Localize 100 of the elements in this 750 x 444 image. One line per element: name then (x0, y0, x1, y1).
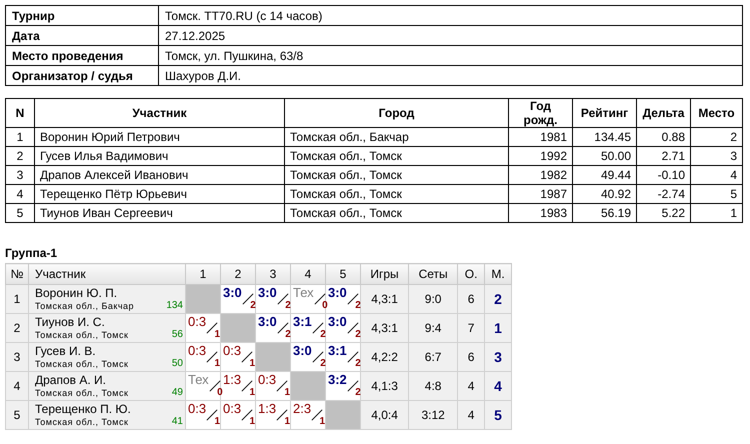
match-points: 2 (355, 387, 361, 399)
column-header: Дельта (636, 98, 690, 128)
table-cell: 4,2:2 (360, 342, 409, 372)
table-cell: 2 (484, 284, 512, 314)
column-header: Год рожд. (508, 98, 572, 128)
match-score: 3:0 (328, 315, 347, 329)
player-region: Томская обл., Бакчар (35, 300, 134, 312)
match-points: 2 (355, 358, 361, 370)
table-cell: 50.00 (572, 146, 636, 166)
match-points: 1 (214, 416, 220, 428)
table-cell: 5 (6, 204, 34, 222)
table-cell: 9:0 (408, 284, 458, 314)
match-score: 0:3 (188, 402, 206, 416)
match-points: 0 (322, 300, 328, 312)
player-rating: 41 (172, 416, 183, 428)
match-score: 2:3 (293, 402, 312, 416)
player-rating: 56 (172, 329, 183, 341)
match-points: 1 (214, 329, 220, 341)
table-cell: 134.45 (572, 128, 636, 146)
table-cell: 4 (458, 400, 484, 430)
table-cell: 5.22 (636, 204, 690, 222)
column-header: М. (484, 264, 512, 284)
match-points: 2 (320, 358, 326, 370)
column-header: N (6, 98, 34, 128)
table-cell: 1 (6, 128, 34, 146)
match-score: 1:3 (258, 402, 276, 416)
table-cell: 3 (6, 342, 28, 372)
table-cell: 4 (484, 372, 512, 400)
match-points: 1 (214, 358, 220, 370)
match-score: 0:3 (223, 344, 242, 358)
column-header: Игры (360, 264, 409, 284)
player-region: Томская обл., Томск (35, 387, 128, 399)
field-value: Томск. TT70.RU (с 14 часов) (158, 6, 742, 26)
column-header: Участник (34, 98, 284, 128)
column-header: Город (284, 98, 508, 128)
match-score: 0:3 (188, 344, 206, 358)
match-points: 1 (284, 416, 290, 428)
table-cell: 3:12 (408, 400, 458, 430)
table-cell: 1987 (508, 184, 572, 204)
table-cell: 3 (484, 342, 512, 372)
table-cell: 5 (6, 400, 28, 430)
player-rating: 49 (172, 387, 183, 399)
column-header: 4 (290, 264, 326, 284)
table-cell: 1983 (508, 204, 572, 222)
table-cell: 4,0:4 (360, 400, 409, 430)
field-value: Шахуров Д.И. (158, 66, 742, 86)
match-points: 2 (285, 300, 291, 312)
table-cell: 4 (458, 372, 484, 400)
player-name: Воронин Ю. П. (35, 286, 118, 300)
field-value: Томск, ул. Пушкина, 63/8 (158, 46, 742, 66)
column-header: 5 (326, 264, 360, 284)
table-cell: -0.10 (636, 166, 690, 184)
table-cell: 4,3:1 (360, 314, 409, 342)
table-cell: 56.19 (572, 204, 636, 222)
match-score: 3:1 (328, 344, 347, 358)
table-cell: 1981 (508, 128, 572, 146)
match-score: 1:3 (223, 373, 242, 387)
match-points: 1 (250, 387, 256, 399)
match-points: 1 (284, 387, 290, 399)
table-cell: Тиунов Иван Сергеевич (34, 204, 284, 222)
table-cell: 4,3:1 (360, 284, 409, 314)
table-cell: 2.71 (636, 146, 690, 166)
table-cell: 5 (484, 400, 512, 430)
match-score: 3:0 (258, 315, 277, 329)
player-name: Тиунов И. С. (35, 315, 106, 329)
match-points: 2 (320, 329, 326, 341)
match-score: 3:0 (328, 286, 347, 300)
table-cell: Терещенко Пётр Юрьевич (34, 184, 284, 204)
match-score: 3:2 (328, 373, 347, 387)
table-cell: 1 (6, 284, 28, 314)
field-label: Турнир (6, 6, 158, 26)
table-cell: 4 (6, 184, 34, 204)
table-cell: Драпов Алексей Иванович (34, 166, 284, 184)
match-score: 3:0 (223, 286, 242, 300)
group-title: Группа-1 (5, 246, 58, 260)
table-cell: Томская обл., Томск (284, 166, 508, 184)
match-score: Тех (188, 373, 209, 387)
table-cell: Гусев Илья Вадимович (34, 146, 284, 166)
table-cell: 1 (690, 204, 742, 222)
table-cell: Томская обл., Томск (284, 184, 508, 204)
match-score: 0:3 (188, 315, 206, 329)
column-header: 3 (256, 264, 290, 284)
table-cell: 5 (690, 184, 742, 204)
column-header: № (6, 264, 28, 284)
table-cell: 2 (690, 128, 742, 146)
player-rating: 50 (172, 358, 183, 370)
match-score: 3:0 (293, 344, 312, 358)
table-cell: 0.88 (636, 128, 690, 146)
table-cell: 49.44 (572, 166, 636, 184)
column-header: Участник (28, 264, 186, 284)
match-points: 0 (217, 387, 223, 399)
column-header: 1 (186, 264, 220, 284)
table-cell: 2 (6, 314, 28, 342)
match-score: 0:3 (223, 402, 242, 416)
match-score: 3:1 (293, 315, 312, 329)
column-header: О. (458, 264, 484, 284)
table-cell: 40.92 (572, 184, 636, 204)
table-cell: 4,1:3 (360, 372, 409, 400)
match-points: 1 (250, 416, 256, 428)
table-cell: 7 (458, 314, 484, 342)
